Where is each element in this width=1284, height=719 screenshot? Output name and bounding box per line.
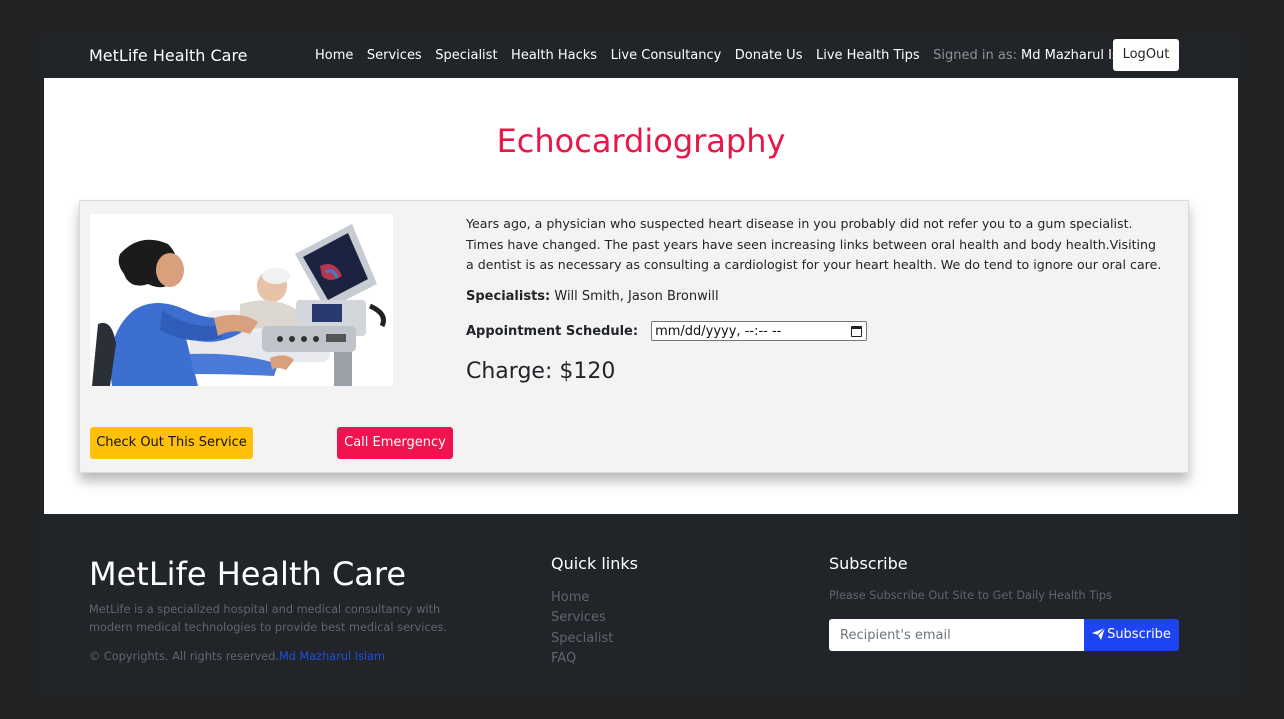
- service-image: [90, 214, 393, 386]
- quick-link-specialist[interactable]: Specialist: [551, 629, 613, 649]
- quick-links-list: Home Services Specialist FAQ: [551, 588, 613, 669]
- logout-button[interactable]: LogOut: [1113, 39, 1179, 71]
- specialists-row: Specialists: Will Smith, Jason Bronwill: [466, 289, 719, 304]
- nav-specialist[interactable]: Specialist: [435, 48, 497, 63]
- checkout-service-button[interactable]: Check Out This Service: [90, 427, 253, 459]
- echocardiography-photo: [90, 214, 393, 386]
- charge-value: $120: [559, 359, 616, 384]
- quick-links-title: Quick links: [551, 554, 638, 573]
- appointment-label: Appointment Schedule:: [466, 323, 639, 339]
- subscribe-button[interactable]: Subscribe: [1084, 619, 1179, 651]
- service-card: Years ago, a physician who suspected hea…: [79, 200, 1189, 473]
- service-description: Years ago, a physician who suspected hea…: [466, 216, 1162, 272]
- subscribe-title: Subscribe: [829, 554, 908, 573]
- footer-brand: MetLife Health Care: [89, 555, 407, 593]
- quick-link-home[interactable]: Home: [551, 588, 613, 608]
- page-title: Echocardiography: [496, 122, 786, 160]
- subscribe-button-label: Subscribe: [1107, 627, 1171, 642]
- navbar-brand[interactable]: MetLife Health Care: [89, 39, 248, 72]
- appointment-placeholder: mm/dd/yyyy, --:-- --: [655, 324, 782, 339]
- paper-plane-icon: [1092, 627, 1106, 640]
- nav-live-consultancy[interactable]: Live Consultancy: [611, 48, 722, 63]
- nav-home[interactable]: Home: [315, 48, 353, 63]
- nav-live-health-tips[interactable]: Live Health Tips: [816, 48, 920, 63]
- signed-in-label: Signed in as:: [933, 48, 1017, 63]
- subscribe-text: Please Subscribe Out Site to Get Daily H…: [829, 589, 1112, 602]
- call-emergency-button[interactable]: Call Emergency: [337, 427, 453, 459]
- subscribe-email-input[interactable]: [829, 619, 1084, 651]
- footer: MetLife Health Care MetLife is a special…: [44, 514, 1238, 692]
- appointment-row: Appointment Schedule: mm/dd/yyyy, --:-- …: [466, 321, 868, 341]
- footer-copyright: © Copyrights. All rights reserved.Md Maz…: [89, 650, 385, 663]
- navbar: MetLife Health Care Home Services Specia…: [44, 39, 1238, 78]
- appointment-datetime-input[interactable]: mm/dd/yyyy, --:-- --: [651, 321, 868, 341]
- charge-row: Charge: $120: [466, 359, 615, 384]
- quick-link-faq[interactable]: FAQ: [551, 649, 613, 669]
- nav-donate-us[interactable]: Donate Us: [735, 48, 803, 63]
- footer-about: MetLife is a specialized hospital and me…: [89, 603, 448, 634]
- charge-label: Charge:: [466, 359, 553, 384]
- quick-link-services[interactable]: Services: [551, 608, 613, 628]
- copyright-text: © Copyrights. All rights reserved.: [89, 650, 279, 663]
- page-frame: MetLife Health Care Home Services Specia…: [44, 39, 1238, 692]
- specialists-label: Specialists:: [466, 289, 551, 304]
- specialists-value: Will Smith, Jason Bronwill: [554, 289, 719, 304]
- nav-health-hacks[interactable]: Health Hacks: [511, 48, 597, 63]
- author-link[interactable]: Md Mazharul Islam: [279, 650, 385, 663]
- nav-services[interactable]: Services: [367, 48, 422, 63]
- calendar-icon[interactable]: [851, 326, 863, 337]
- nav-links: Home Services Specialist Health Hacks Li…: [315, 39, 1143, 72]
